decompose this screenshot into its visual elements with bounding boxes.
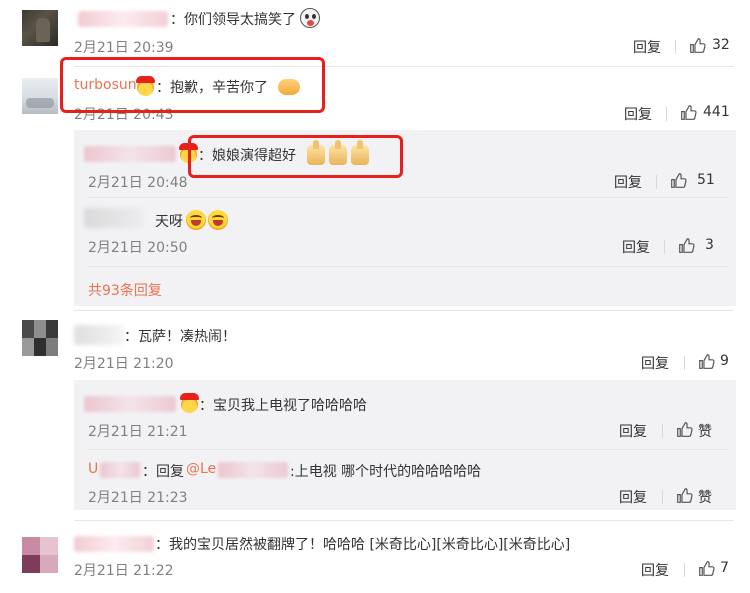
reply-time: 2月21日 20:50 xyxy=(88,240,188,256)
reply-button[interactable]: 回复 xyxy=(624,104,652,124)
comment-text: ：你们领导太搞笑了 xyxy=(170,12,296,28)
thumbs-up-icon[interactable] xyxy=(689,37,706,54)
thumbs-up-icon[interactable] xyxy=(670,172,687,189)
vip-badge-icon xyxy=(180,393,199,413)
laughing-face-icon xyxy=(186,210,206,230)
divider xyxy=(662,424,663,438)
blurred-username xyxy=(84,146,176,162)
divider xyxy=(684,356,685,370)
reply-text: ：宝贝我上电视了哈哈哈哈 xyxy=(199,398,367,414)
reply-time: 2月21日 21:21 xyxy=(88,424,188,440)
reply-button[interactable]: 回复 xyxy=(619,487,647,507)
blurred-username xyxy=(84,208,144,228)
divider xyxy=(666,107,667,121)
thumbs-up-icon[interactable] xyxy=(698,353,715,370)
reply-button[interactable]: 回复 xyxy=(614,172,642,192)
divider xyxy=(662,490,663,504)
comment-text: ：我的宝贝居然被翻牌了！哈哈哈 [米奇比心][米奇比心][米奇比心] xyxy=(155,537,571,553)
reply-button[interactable]: 回复 xyxy=(633,37,661,57)
divider xyxy=(675,40,676,54)
reply-text: 天呀 xyxy=(155,214,183,230)
shocked-face-icon xyxy=(300,8,320,28)
divider xyxy=(656,175,657,189)
blurred-username xyxy=(74,536,154,552)
mention-link[interactable]: @Le xyxy=(186,461,216,477)
divider xyxy=(664,240,665,254)
reply-text: :上电视 哪个时代的哈哈哈哈哈 xyxy=(290,464,482,480)
vip-badge-icon xyxy=(136,76,155,96)
reply-button[interactable]: 回复 xyxy=(619,421,647,441)
reply-divider xyxy=(88,449,728,450)
thumbs-up-icon[interactable] xyxy=(678,237,695,254)
blurred-username xyxy=(218,462,288,478)
handshake-icon xyxy=(278,79,300,95)
comment-time: 2月21日 21:22 xyxy=(74,563,174,579)
like-count: 32 xyxy=(712,37,730,53)
username-link[interactable]: U xyxy=(88,461,98,477)
avatar[interactable] xyxy=(22,10,58,46)
reply-time: 2月21日 21:23 xyxy=(88,490,188,506)
avatar[interactable] xyxy=(22,537,58,573)
comment-text: ：瓦萨！凑热闹！ xyxy=(124,329,236,345)
comment-time: 2月21日 20:39 xyxy=(74,40,174,56)
blurred-username xyxy=(78,11,168,27)
like-count: 3 xyxy=(705,237,714,253)
reply-button[interactable]: 回复 xyxy=(641,560,669,580)
comment-time: 2月21日 20:43 xyxy=(74,107,174,123)
like-count: 7 xyxy=(720,560,729,576)
thumbs-up-icon[interactable] xyxy=(698,560,715,577)
reply-word: ：回复 xyxy=(142,464,184,480)
thumbs-up-icon xyxy=(307,140,325,165)
more-replies-link[interactable]: 共93条回复 xyxy=(88,280,162,300)
like-count: 51 xyxy=(697,172,715,188)
thumbs-up-icon xyxy=(351,140,369,165)
thumbs-up-icon xyxy=(329,140,347,165)
like-label: 赞 xyxy=(698,490,712,506)
username-link[interactable]: turbosun xyxy=(74,77,137,93)
blurred-username xyxy=(74,325,124,345)
comment-divider xyxy=(74,520,734,521)
comment-text: ：抱歉，辛苦你了 xyxy=(156,80,268,96)
blurred-username xyxy=(84,396,176,412)
thumbs-up-icon[interactable] xyxy=(676,487,693,504)
reply-divider xyxy=(88,197,728,198)
laughing-face-icon xyxy=(208,210,228,230)
divider xyxy=(684,563,685,577)
vip-badge-icon xyxy=(179,143,198,163)
avatar[interactable] xyxy=(22,78,58,114)
reply-text: ：娘娘演得超好 xyxy=(198,148,296,164)
like-count: 441 xyxy=(703,104,730,120)
reply-button[interactable]: 回复 xyxy=(622,237,650,257)
like-count: 9 xyxy=(720,353,729,369)
thumbs-up-icon[interactable] xyxy=(676,421,693,438)
reply-button[interactable]: 回复 xyxy=(641,353,669,373)
blurred-username xyxy=(100,462,140,478)
like-label: 赞 xyxy=(698,424,712,440)
comment-divider xyxy=(74,310,734,311)
comment-divider xyxy=(74,66,734,67)
reply-time: 2月21日 20:48 xyxy=(88,175,188,191)
avatar[interactable] xyxy=(22,320,58,356)
reply-divider xyxy=(88,266,728,267)
thumbs-up-icon[interactable] xyxy=(680,104,697,121)
comment-time: 2月21日 21:20 xyxy=(74,356,174,372)
